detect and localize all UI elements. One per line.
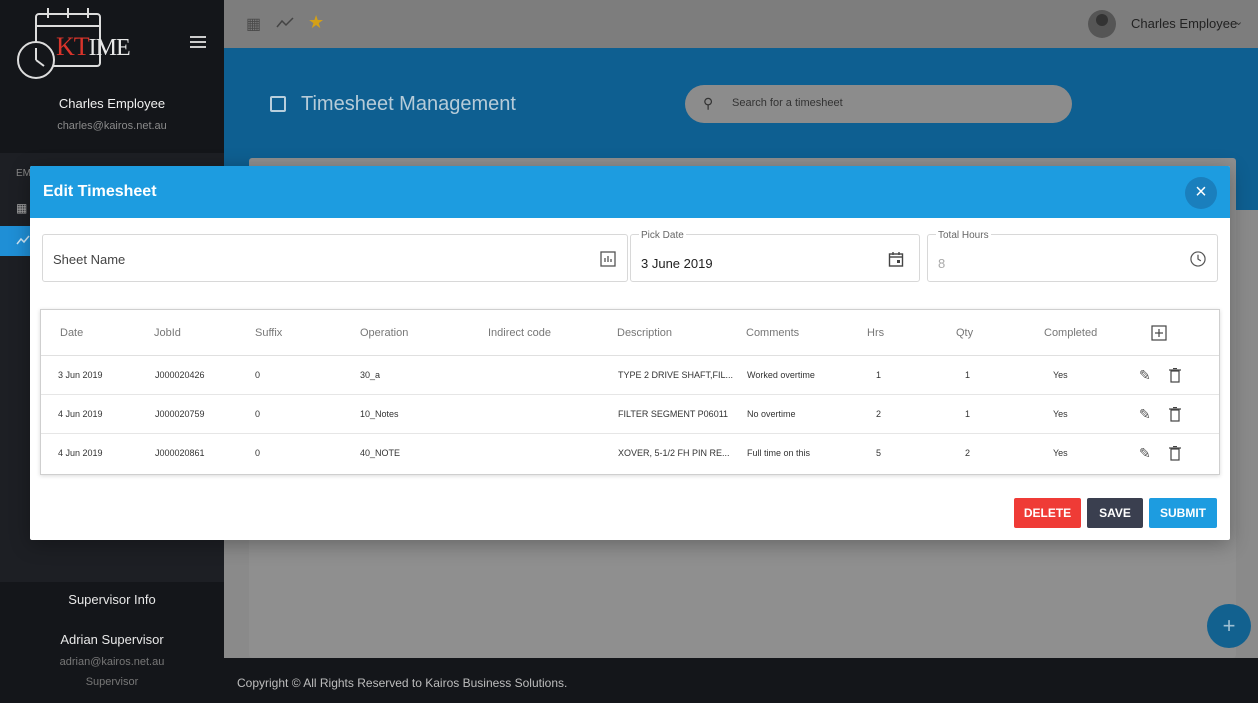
cell-comments: No overtime	[747, 409, 796, 419]
add-button[interactable]: +	[1207, 604, 1251, 648]
column-header: Date	[60, 327, 84, 339]
column-header: Hrs	[867, 327, 885, 339]
edit-icon[interactable]: ✎	[1139, 406, 1151, 423]
contact-icon	[270, 96, 286, 112]
supervisor-info: Supervisor Info Adrian Supervisor adrian…	[0, 582, 224, 703]
supervisor-role: Supervisor	[85, 676, 139, 688]
total-hours-label: Total Hours	[936, 230, 991, 241]
copyright-text: Copyright © All Rights Reserved to Kairo…	[237, 676, 568, 690]
cell-suffix: 0	[255, 370, 261, 380]
sidebar-profile: KTIME Charles Employee charles@kairos.ne…	[0, 0, 224, 153]
trash-icon[interactable]	[1169, 446, 1181, 461]
cell-comments: Worked overtime	[747, 370, 815, 380]
edit-icon[interactable]: ✎	[1139, 367, 1151, 384]
cell-qty: 1	[965, 409, 971, 419]
cell-date: 4 Jun 2019	[58, 448, 103, 458]
dialog-title: Edit Timesheet	[43, 183, 157, 200]
cell-jobid: J000020426	[155, 370, 205, 380]
close-button[interactable]: ×	[1185, 177, 1217, 209]
supervisor-name: Adrian Supervisor	[60, 632, 164, 647]
column-header: Indirect code	[488, 327, 551, 339]
delete-button[interactable]: DELETE	[1014, 498, 1081, 528]
add-row-icon[interactable]	[1151, 325, 1167, 341]
cell-comments: Full time on this	[747, 448, 811, 458]
chevron-down-icon[interactable]: ⌄	[1234, 15, 1243, 28]
cell-completed: Yes	[1053, 448, 1068, 458]
cell-date: 4 Jun 2019	[58, 409, 103, 419]
trend-icon[interactable]	[276, 16, 294, 30]
sidebar-section-label: EM	[16, 168, 31, 179]
pick-date-field[interactable]: Pick Date 3 June 2019	[630, 230, 920, 282]
dialog-header: Edit Timesheet ×	[30, 166, 1230, 218]
cell-hrs: 1	[876, 370, 882, 380]
cell-hrs: 2	[876, 409, 882, 419]
timesheet-table: Date JobId Suffix Operation Indirect cod…	[40, 309, 1220, 475]
column-header: Comments	[746, 327, 800, 339]
trash-icon[interactable]	[1169, 407, 1181, 422]
search-icon: ⚲	[703, 95, 714, 111]
star-icon[interactable]: ★	[308, 12, 324, 33]
total-hours-value: 8	[938, 256, 946, 271]
trash-icon[interactable]	[1169, 368, 1181, 383]
cell-description: FILTER SEGMENT P06011	[618, 409, 729, 419]
grid-icon[interactable]: ▦	[246, 14, 261, 34]
page-title: Timesheet Management	[301, 93, 516, 115]
total-hours-field: Total Hours 8	[927, 230, 1218, 282]
supervisor-title: Supervisor Info	[68, 592, 156, 607]
footer: Copyright © All Rights Reserved to Kairo…	[224, 658, 1258, 703]
cell-completed: Yes	[1053, 409, 1068, 419]
avatar[interactable]	[1088, 10, 1116, 38]
search-input[interactable]: ⚲ Search for a timesheet	[685, 85, 1072, 123]
cell-operation: 30_a	[360, 370, 381, 380]
dashboard-icon[interactable]: ▦	[16, 201, 30, 215]
cell-suffix: 0	[255, 448, 261, 458]
cell-description: TYPE 2 DRIVE SHAFT,FIL...	[618, 370, 734, 380]
submit-button[interactable]: SUBMIT	[1149, 498, 1217, 528]
cell-completed: Yes	[1053, 370, 1068, 380]
pick-date-value: 3 June 2019	[641, 256, 713, 271]
pick-date-label: Pick Date	[639, 230, 686, 241]
table-row[interactable]: 4 Jun 2019 J000020759 0 10_Notes FILTER …	[41, 395, 1219, 434]
column-header: Completed	[1044, 327, 1098, 339]
table-row[interactable]: 4 Jun 2019 J000020861 0 40_NOTE XOVER, 5…	[41, 434, 1219, 473]
logo-text: KTIME	[56, 32, 131, 61]
sheet-name-placeholder: Sheet Name	[53, 252, 126, 267]
table-header: Date JobId Suffix Operation Indirect cod…	[41, 310, 1219, 356]
edit-timesheet-dialog: Edit Timesheet × Sheet Name Pick Date 3 …	[30, 166, 1230, 540]
top-bar: ▦ ★ Charles Employee ⌄	[224, 0, 1258, 48]
column-header: Description	[617, 327, 673, 339]
cell-hrs: 5	[876, 448, 882, 458]
cell-operation: 10_Notes	[360, 409, 399, 419]
cell-qty: 1	[965, 370, 971, 380]
cell-jobid: J000020861	[155, 448, 205, 458]
topbar-user-name[interactable]: Charles Employee	[1131, 16, 1237, 31]
chart-icon	[600, 251, 616, 267]
sidebar-user-name: Charles Employee	[58, 96, 166, 111]
save-button[interactable]: SAVE	[1087, 498, 1143, 528]
clock-icon	[1190, 251, 1206, 267]
search-placeholder: Search for a timesheet	[732, 97, 843, 109]
edit-icon[interactable]: ✎	[1139, 445, 1151, 462]
trend-icon	[16, 235, 30, 245]
sheet-name-field[interactable]: Sheet Name	[42, 234, 628, 282]
column-header: Operation	[360, 327, 409, 339]
cell-suffix: 0	[255, 409, 261, 419]
cell-date: 3 Jun 2019	[58, 370, 103, 380]
column-header: JobId	[154, 327, 181, 339]
column-header: Qty	[956, 327, 974, 339]
menu-icon[interactable]	[190, 36, 206, 48]
column-header: Suffix	[255, 327, 283, 339]
calendar-icon[interactable]	[888, 251, 904, 267]
sidebar-user-email: charles@kairos.net.au	[57, 120, 167, 132]
supervisor-email: adrian@kairos.net.au	[59, 656, 165, 668]
cell-jobid: J000020759	[155, 409, 205, 419]
table-row[interactable]: 3 Jun 2019 J000020426 0 30_a TYPE 2 DRIV…	[41, 356, 1219, 395]
cell-description: XOVER, 5-1/2 FH PIN RE...	[618, 448, 730, 458]
cell-qty: 2	[965, 448, 971, 458]
cell-operation: 40_NOTE	[360, 448, 401, 458]
